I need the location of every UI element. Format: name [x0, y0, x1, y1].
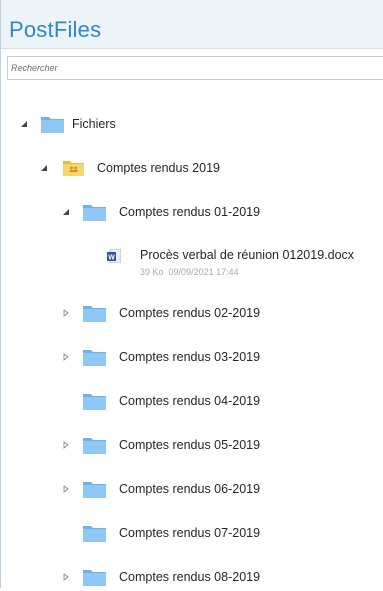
collapsed-triangle-icon[interactable]	[61, 572, 71, 582]
svg-text:W: W	[108, 254, 115, 261]
tree-folder-label: Comptes rendus 03-2019	[119, 350, 261, 364]
collapsed-triangle-icon[interactable]	[61, 308, 71, 318]
file-name: Procès verbal de réunion 012019.docx	[140, 248, 355, 262]
expanded-triangle-icon[interactable]	[39, 163, 49, 173]
folder-icon	[83, 568, 106, 586]
collapsed-triangle-icon[interactable]	[61, 352, 71, 362]
folder-icon	[83, 524, 106, 542]
tree-group-row[interactable]: Comptes rendus 2019	[1, 154, 383, 182]
tree-root-label: Fichiers	[72, 117, 116, 131]
tree-folder-row[interactable]: Comptes rendus 01-2019	[1, 198, 383, 226]
file-size: 39 Ko	[140, 267, 164, 277]
expanded-triangle-icon[interactable]	[61, 207, 71, 217]
file-date: 09/09/2021 17:44	[168, 267, 239, 277]
tree-folder-row[interactable]: Comptes rendus 06-2019	[1, 475, 383, 503]
folder-icon	[83, 392, 106, 410]
collapsed-triangle-icon[interactable]	[61, 440, 71, 450]
tree-folder-label: Comptes rendus 01-2019	[119, 205, 261, 219]
app-window: PostFiles Fichiers Comptes rendus 2019	[0, 0, 383, 588]
tree-folder-label: Comptes rendus 04-2019	[119, 394, 261, 408]
tree-folder-label: Comptes rendus 08-2019	[119, 570, 261, 584]
tree-folder-label: Comptes rendus 07-2019	[119, 526, 261, 540]
shared-folder-icon	[63, 159, 86, 177]
tree-group-label: Comptes rendus 2019	[97, 161, 220, 175]
expanded-triangle-icon[interactable]	[19, 119, 29, 129]
tree-folder-label: Comptes rendus 02-2019	[119, 306, 261, 320]
search-input[interactable]	[8, 57, 383, 79]
folder-icon	[83, 480, 106, 498]
tree-folder-row[interactable]: Comptes rendus 07-2019	[1, 519, 383, 547]
file-meta: 39 Ko 09/09/2021 17:44	[140, 267, 239, 278]
folder-icon	[83, 304, 106, 322]
tree-file-row[interactable]: W Procès verbal de réunion 012019.docx 3…	[1, 242, 383, 284]
tree-folder-label: Comptes rendus 05-2019	[119, 438, 261, 452]
tree-folder-row[interactable]: Comptes rendus 05-2019	[1, 431, 383, 459]
tree-folder-row[interactable]: Comptes rendus 02-2019	[1, 299, 383, 327]
collapsed-triangle-icon[interactable]	[61, 484, 71, 494]
tree-folder-row[interactable]: Comptes rendus 08-2019	[1, 563, 383, 591]
word-document-icon: W	[107, 248, 122, 264]
folder-icon	[41, 115, 64, 133]
folder-icon	[83, 436, 106, 454]
folder-icon	[83, 348, 106, 366]
title-bar: PostFiles	[1, 0, 383, 49]
folder-icon	[83, 203, 106, 221]
tree-folder-row[interactable]: Comptes rendus 04-2019	[1, 387, 383, 415]
tree-folder-row[interactable]: Comptes rendus 03-2019	[1, 343, 383, 371]
tree-root-row[interactable]: Fichiers	[1, 110, 383, 138]
search-box[interactable]	[7, 56, 383, 80]
tree-folder-label: Comptes rendus 06-2019	[119, 482, 261, 496]
app-title: PostFiles	[9, 17, 102, 42]
